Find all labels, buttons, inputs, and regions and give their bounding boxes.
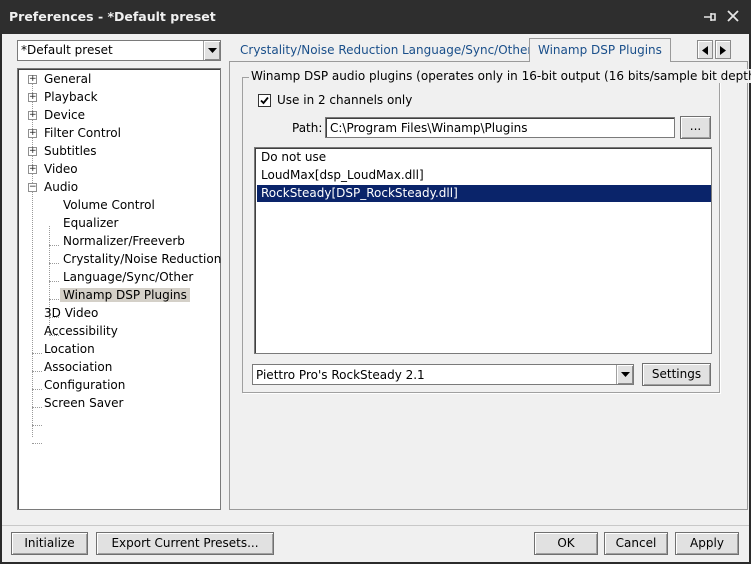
plugin-list[interactable]: Do not use LoudMax[dsp_LoudMax.dll] Rock… bbox=[254, 147, 712, 354]
tree-item-configuration[interactable]: Configuration bbox=[41, 376, 128, 394]
check-icon bbox=[260, 96, 269, 105]
preferences-window: Preferences - *Default preset *Default p… bbox=[0, 0, 751, 564]
tree-item-label: Location bbox=[44, 342, 95, 356]
tree-item-label: Screen Saver bbox=[44, 396, 124, 410]
use-2ch-label[interactable]: Use in 2 channels only bbox=[277, 93, 412, 107]
tree-item-general[interactable]: General bbox=[41, 70, 94, 88]
preset-value: *Default preset bbox=[21, 43, 113, 57]
tree-item-label: Volume Control bbox=[63, 198, 155, 212]
tree-item-normalizer[interactable]: Normalizer/Freeverb bbox=[60, 232, 188, 250]
tree-item-crystality[interactable]: Crystality/Noise Reduction bbox=[60, 250, 224, 268]
tree-item-label: Audio bbox=[44, 180, 79, 194]
tree-item-language-sync[interactable]: Language/Sync/Other bbox=[60, 268, 196, 286]
browse-button[interactable]: ... bbox=[680, 116, 711, 139]
expand-icon[interactable]: + bbox=[28, 147, 37, 156]
list-item-loudmax[interactable]: LoudMax[dsp_LoudMax.dll] bbox=[257, 167, 711, 184]
tree-item-label: Configuration bbox=[44, 378, 126, 392]
tree-item-equalizer[interactable]: Equalizer bbox=[60, 214, 121, 232]
path-value: C:\Program Files\Winamp\Plugins bbox=[330, 121, 528, 135]
tree-item-label: Accessibility bbox=[44, 324, 118, 338]
tree-item-label: Filter Control bbox=[44, 126, 121, 140]
tree-item-label: Association bbox=[44, 360, 113, 374]
expand-icon[interactable]: + bbox=[28, 93, 37, 102]
tree-item-label: Subtitles bbox=[44, 144, 97, 158]
apply-button[interactable]: Apply bbox=[675, 532, 739, 555]
tab-crystality[interactable]: Crystality/Noise Reduction bbox=[232, 39, 406, 61]
settings-tree[interactable]: + + + + + + − General Playback Device Fi… bbox=[17, 68, 221, 510]
footer-divider bbox=[2, 525, 749, 526]
dialog-body: *Default preset + + + + + + − General Pl… bbox=[2, 34, 751, 562]
ok-button[interactable]: OK bbox=[534, 532, 598, 555]
dsp-plugins-group: Winamp DSP audio plugins (operates only … bbox=[242, 69, 751, 393]
close-icon[interactable] bbox=[725, 9, 741, 25]
plugin-module-dropdown[interactable]: Piettro Pro's RockSteady 2.1 bbox=[252, 364, 634, 385]
tree-item-3d-video[interactable]: 3D Video bbox=[41, 304, 101, 322]
tree-connector bbox=[49, 263, 59, 264]
tree-item-label: 3D Video bbox=[44, 306, 99, 320]
group-title: Winamp DSP audio plugins (operates only … bbox=[249, 69, 751, 83]
tree-item-accessibility[interactable]: Accessibility bbox=[41, 322, 121, 340]
tree-connector bbox=[32, 425, 42, 426]
tab-page-winamp-dsp: Winamp DSP audio plugins (operates only … bbox=[229, 61, 751, 510]
chevron-down-icon[interactable] bbox=[616, 365, 633, 384]
tree-item-label: Crystality/Noise Reduction bbox=[63, 252, 222, 266]
tree-item-label: Winamp DSP Plugins bbox=[60, 288, 190, 302]
pin-icon[interactable] bbox=[702, 9, 718, 25]
tree-item-label: General bbox=[44, 72, 92, 86]
tree-connector bbox=[32, 226, 33, 437]
list-item-do-not-use[interactable]: Do not use bbox=[257, 149, 711, 166]
tree-item-filter-control[interactable]: Filter Control bbox=[41, 124, 124, 142]
window-title: Preferences - *Default preset bbox=[9, 9, 216, 24]
expand-icon[interactable]: + bbox=[28, 111, 37, 120]
tab-language-sync[interactable]: Language/Sync/Other bbox=[394, 39, 540, 61]
tree-item-playback[interactable]: Playback bbox=[41, 88, 101, 106]
tree-item-audio[interactable]: Audio bbox=[41, 178, 81, 196]
tree-item-label: Language/Sync/Other bbox=[63, 270, 194, 284]
tree-connector bbox=[49, 281, 59, 282]
list-item-rocksteady[interactable]: RockSteady[DSP_RockSteady.dll] bbox=[257, 185, 711, 202]
settings-button[interactable]: Settings bbox=[642, 363, 711, 386]
expand-icon[interactable]: + bbox=[28, 75, 37, 84]
initialize-button[interactable]: Initialize bbox=[11, 532, 88, 555]
tree-item-volume-control[interactable]: Volume Control bbox=[60, 196, 158, 214]
tree-item-label: Device bbox=[44, 108, 86, 122]
tree-connector bbox=[49, 299, 59, 300]
plugin-module-value: Piettro Pro's RockSteady 2.1 bbox=[256, 368, 425, 382]
tree-item-video[interactable]: Video bbox=[41, 160, 81, 178]
chevron-down-icon[interactable] bbox=[203, 41, 220, 60]
tree-item-location[interactable]: Location bbox=[41, 340, 98, 358]
export-presets-button[interactable]: Export Current Presets... bbox=[96, 532, 274, 555]
expand-icon[interactable]: + bbox=[28, 165, 37, 174]
tree-item-device[interactable]: Device bbox=[41, 106, 88, 124]
tab-scroll-left-icon[interactable] bbox=[697, 40, 713, 59]
path-label: Path: bbox=[292, 121, 323, 135]
preset-dropdown[interactable]: *Default preset bbox=[17, 40, 221, 61]
use-2ch-checkbox[interactable] bbox=[258, 94, 271, 107]
tree-item-subtitles[interactable]: Subtitles bbox=[41, 142, 100, 160]
path-field[interactable]: C:\Program Files\Winamp\Plugins bbox=[325, 117, 675, 138]
tree-item-label: Video bbox=[44, 162, 78, 176]
tab-scroll-right-icon[interactable] bbox=[715, 40, 731, 59]
tree-item-winamp-dsp[interactable]: Winamp DSP Plugins bbox=[60, 286, 190, 304]
tree-item-screen-saver[interactable]: Screen Saver bbox=[41, 394, 126, 412]
tree-connector bbox=[49, 245, 59, 246]
title-bar[interactable]: Preferences - *Default preset bbox=[0, 0, 751, 34]
cancel-button[interactable]: Cancel bbox=[604, 532, 668, 555]
tab-winamp-dsp[interactable]: Winamp DSP Plugins bbox=[529, 38, 671, 62]
tree-connector bbox=[32, 443, 42, 444]
collapse-icon[interactable]: − bbox=[28, 183, 37, 192]
tree-item-label: Normalizer/Freeverb bbox=[63, 234, 185, 248]
tree-item-label: Playback bbox=[44, 90, 98, 104]
expand-icon[interactable]: + bbox=[28, 129, 37, 138]
tree-item-label: Equalizer bbox=[63, 216, 119, 230]
tree-item-association[interactable]: Association bbox=[41, 358, 115, 376]
